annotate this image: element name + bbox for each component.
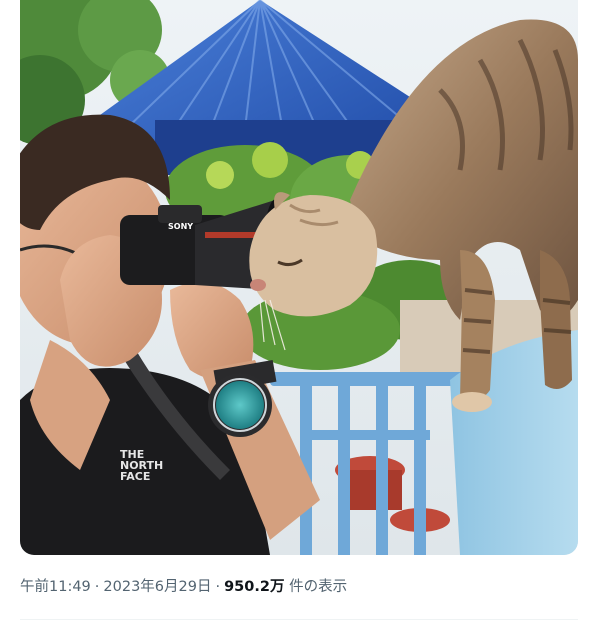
tweet-date[interactable]: 2023年6月29日	[103, 579, 211, 595]
view-count[interactable]: 950.2万	[224, 579, 284, 595]
meta-separator: ·	[215, 579, 221, 595]
tweet-photo[interactable]: SONY THE NORTH FACE	[20, 0, 578, 555]
shirt-logo-line3: FACE	[120, 470, 150, 483]
tweet-timestamp-link[interactable]: 午前11:49 · 2023年6月29日	[20, 579, 211, 595]
view-count-label[interactable]: 件の表示	[289, 579, 347, 595]
meta-separator: ·	[94, 579, 100, 595]
divider	[20, 619, 578, 620]
view-count-group[interactable]: 950.2万 件の表示	[224, 579, 347, 595]
tweet-time[interactable]: 午前11:49	[20, 579, 91, 595]
camera-brand-label: SONY	[168, 222, 193, 231]
photo-image: SONY THE NORTH FACE	[20, 0, 578, 555]
tweet-meta: 午前11:49 · 2023年6月29日 · 950.2万 件の表示	[20, 577, 347, 597]
